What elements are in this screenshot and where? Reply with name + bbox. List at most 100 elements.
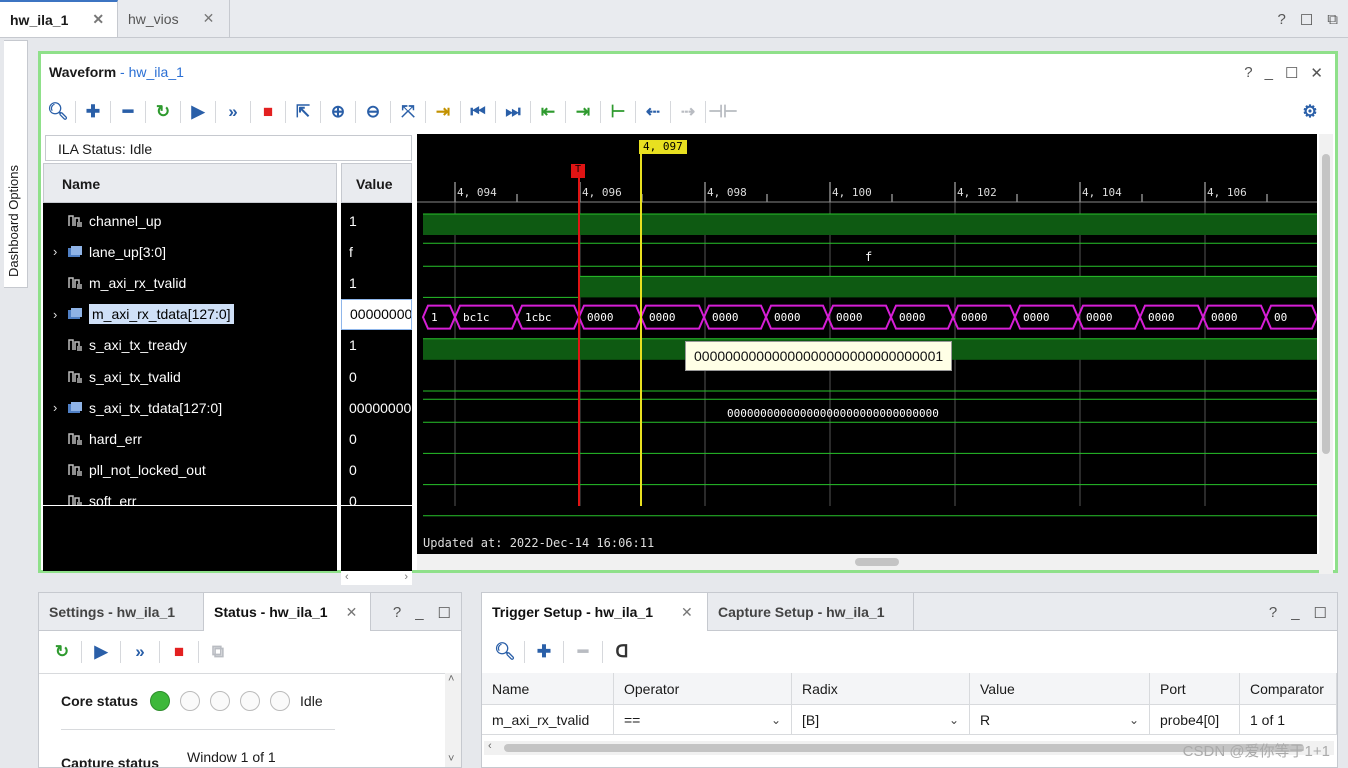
scroll-thumb[interactable] [1322, 154, 1330, 454]
column-header[interactable]: Name [482, 673, 614, 705]
search-icon[interactable]: 🔍︎ [490, 637, 520, 667]
tab-capture-setup[interactable]: Capture Setup - hw_ila_1 [708, 593, 914, 631]
help-icon[interactable]: ? [393, 604, 401, 622]
table-cell[interactable]: R ⌄ [970, 705, 1150, 735]
table-cell[interactable]: [B] ⌄ [792, 705, 970, 735]
signal-value[interactable]: 0 [341, 361, 412, 392]
close-icon[interactable]: ✕ [1310, 64, 1323, 82]
help-icon[interactable]: ? [1269, 604, 1277, 622]
signal-value[interactable]: 0 [341, 486, 412, 505]
next-marker-icon[interactable]: ⇢ [673, 97, 703, 127]
signal-value[interactable]: 00000000 [341, 392, 412, 423]
waveform-horizontal-scrollbar[interactable] [417, 554, 1333, 570]
cursor-label[interactable]: 4, 097 [639, 140, 687, 154]
maximize-icon[interactable]: ☐ [438, 604, 451, 622]
chevron-down-icon[interactable]: ⌄ [1129, 713, 1139, 727]
signal-row[interactable]: › lane_up[3:0] [43, 236, 337, 267]
dashboard-options-tab[interactable]: Dashboard Options [4, 40, 28, 288]
auto-retrigger-icon[interactable]: » [218, 97, 248, 127]
stop-trigger-icon[interactable]: ■ [253, 97, 283, 127]
gear-icon[interactable]: ⚙ [1295, 97, 1325, 127]
signal-row[interactable]: m_axi_rx_tvalid [43, 267, 337, 298]
table-cell[interactable]: probe4[0] [1150, 705, 1240, 735]
tab-hw-vios[interactable]: hw_vios ✕ [118, 0, 230, 37]
previous-transition-icon[interactable]: ⇤ [533, 97, 563, 127]
signal-value[interactable]: 1 [341, 205, 412, 236]
minimize-icon[interactable]: _ [1291, 604, 1299, 622]
tab-hw-ila-1[interactable]: hw_ila_1 ✕ [0, 0, 118, 37]
maximize-icon[interactable]: ☐ [1285, 64, 1298, 82]
column-header[interactable]: Radix [792, 673, 970, 705]
capture-settings-icon[interactable]: ⧉ [203, 637, 233, 667]
status-scrollbar[interactable]: ˄ ˅ [445, 673, 461, 767]
minimize-icon[interactable]: _ [415, 604, 423, 622]
maximize-icon[interactable]: ☐ [1300, 11, 1313, 29]
signal-row[interactable]: channel_up [43, 205, 337, 236]
scroll-right-icon[interactable]: › [404, 571, 408, 583]
run-trigger-immediate-icon[interactable]: ↻ [47, 637, 77, 667]
chevron-down-icon[interactable]: ⌄ [949, 713, 959, 727]
remove-icon[interactable]: ━ [568, 637, 598, 667]
scroll-thumb[interactable] [855, 558, 899, 566]
table-cell[interactable]: == ⌄ [614, 705, 792, 735]
next-transition-icon[interactable]: ⇥ [568, 97, 598, 127]
signal-row[interactable]: s_axi_tx_tvalid [43, 361, 337, 392]
maximize-icon[interactable]: ☐ [1314, 604, 1327, 622]
signal-row[interactable]: › m_axi_rx_tdata[127:0] [43, 299, 337, 330]
go-to-cursor-icon[interactable]: ⇥ [428, 97, 458, 127]
close-icon[interactable]: ✕ [203, 10, 215, 27]
table-cell[interactable]: m_axi_rx_tvalid [482, 705, 614, 735]
signal-row[interactable]: s_axi_tx_tready [43, 330, 337, 361]
expand-chevron-icon[interactable]: › [53, 307, 67, 322]
column-header[interactable]: Value [970, 673, 1150, 705]
help-icon[interactable]: ? [1244, 64, 1252, 82]
swap-cursors-icon[interactable]: ⊣⊢ [708, 97, 738, 127]
scroll-left-icon[interactable]: ‹ [488, 740, 492, 752]
trigger-marker[interactable]: T [571, 164, 585, 178]
table-cell[interactable]: 1 of 1 [1240, 705, 1337, 735]
tab-status[interactable]: Status - hw_ila_1 ✕ [203, 593, 371, 631]
add-icon[interactable]: ✚ [529, 637, 559, 667]
tab-trigger-setup[interactable]: Trigger Setup - hw_ila_1 ✕ [482, 593, 708, 631]
go-to-last-time-icon[interactable]: ⏭ [498, 97, 528, 127]
signal-value[interactable]: 1 [341, 267, 412, 298]
name-column-header[interactable]: Name [43, 163, 337, 203]
value-column-header[interactable]: Value [341, 163, 412, 203]
signal-value[interactable]: 0 [341, 423, 412, 454]
help-icon[interactable]: ? [1277, 11, 1285, 29]
close-icon[interactable]: ✕ [681, 604, 693, 621]
expand-chevron-icon[interactable]: › [53, 244, 67, 259]
run-trigger-icon[interactable]: ▶ [86, 637, 116, 667]
remove-icon[interactable]: ━ [113, 97, 143, 127]
scroll-down-icon[interactable]: ˅ [448, 753, 454, 765]
column-header[interactable]: Port [1150, 673, 1240, 705]
waveform-vertical-scrollbar[interactable] [1319, 134, 1333, 574]
signal-row[interactable]: › s_axi_tx_tdata[127:0] [43, 392, 337, 423]
trigger-condition-icon[interactable]: ᗡ [607, 637, 637, 667]
expand-chevron-icon[interactable]: › [53, 400, 67, 415]
go-to-time-zero-icon[interactable]: ⏮ [463, 97, 493, 127]
tab-settings[interactable]: Settings - hw_ila_1 [39, 593, 195, 631]
signal-value[interactable]: 0 [341, 455, 412, 486]
add-icon[interactable]: ✚ [78, 97, 108, 127]
values-scrollbar[interactable]: ‹ › [341, 571, 412, 585]
export-icon[interactable]: ⇱ [288, 97, 318, 127]
scroll-left-icon[interactable]: ‹ [345, 571, 349, 583]
close-icon[interactable]: ✕ [346, 604, 358, 621]
restore-icon[interactable]: ⧉ [1327, 11, 1338, 29]
signal-row[interactable]: pll_not_locked_out [43, 455, 337, 486]
auto-retrigger-icon[interactable]: » [125, 637, 155, 667]
signal-row[interactable]: hard_err [43, 423, 337, 454]
run-trigger-immediate-icon[interactable]: ↻ [148, 97, 178, 127]
chevron-down-icon[interactable]: ⌄ [771, 713, 781, 727]
zoom-fit-icon[interactable]: ⤧ [393, 97, 423, 127]
signal-value[interactable]: 1 [341, 330, 412, 361]
search-icon[interactable]: 🔍︎ [43, 97, 73, 127]
run-trigger-icon[interactable]: ▶ [183, 97, 213, 127]
stop-trigger-icon[interactable]: ■ [164, 637, 194, 667]
column-header[interactable]: Comparator [1240, 673, 1337, 705]
zoom-in-icon[interactable]: ⊕ [323, 97, 353, 127]
column-header[interactable]: Operator [614, 673, 792, 705]
close-icon[interactable]: ✕ [92, 11, 104, 28]
scroll-up-icon[interactable]: ˄ [448, 673, 454, 685]
